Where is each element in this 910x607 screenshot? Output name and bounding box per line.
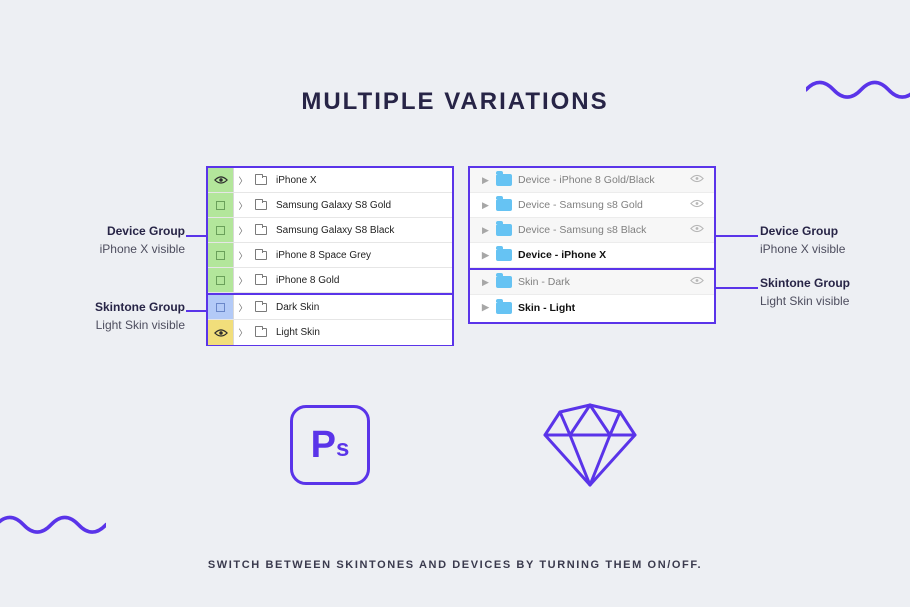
layer-row[interactable]: 〉 Samsung Galaxy S8 Black (208, 218, 452, 243)
layer-name: iPhone X (270, 175, 317, 186)
layer-name: Samsung Galaxy S8 Black (270, 225, 394, 236)
lead-line (186, 235, 206, 237)
chevron-right-icon[interactable]: ▶ (482, 302, 494, 313)
layer-name: Device - Samsung s8 Black (518, 224, 688, 236)
layer-row[interactable]: ▶ Device - Samsung s8 Gold (470, 193, 714, 218)
callout-title: Device Group (40, 222, 185, 240)
callout-sub: iPhone X visible (760, 240, 900, 258)
hidden-eye-icon[interactable] (688, 224, 704, 236)
visibility-toggle[interactable] (208, 218, 234, 242)
layer-row[interactable]: ▶ Device - Samsung s8 Black (470, 218, 714, 243)
chevron-right-icon[interactable]: ▶ (482, 250, 494, 261)
device-group: ▶ Device - iPhone 8 Gold/Black ▶ Device … (470, 168, 714, 268)
page-title: MULTIPLE VARIATIONS (0, 88, 910, 116)
folder-icon (252, 251, 270, 260)
layer-row[interactable]: 〉 iPhone 8 Space Grey (208, 243, 452, 268)
callout-skin-right: Skintone Group Light Skin visible (760, 274, 900, 310)
folder-icon (496, 302, 512, 314)
layer-name: Dark Skin (270, 302, 319, 313)
visibility-toggle[interactable] (208, 193, 234, 217)
lead-line (716, 235, 758, 237)
folder-icon (496, 224, 512, 236)
skintone-group: ▶ Skin - Dark ▶ Skin - Light (470, 268, 714, 320)
visibility-toggle[interactable] (208, 168, 234, 192)
photoshop-icon: Ps (290, 405, 370, 485)
chevron-right-icon[interactable]: 〉 (234, 249, 252, 262)
visibility-toggle[interactable] (208, 320, 234, 345)
eye-icon (214, 328, 228, 338)
footer-note: SWITCH BETWEEN SKINTONES AND DEVICES BY … (0, 559, 910, 571)
device-group: 〉 iPhone X 〉 Samsung Galaxy S8 Gold 〉 Sa… (208, 168, 452, 293)
folder-icon (496, 276, 512, 288)
callout-sub: Light Skin visible (28, 316, 185, 334)
lead-line (716, 287, 758, 289)
folder-icon (252, 303, 270, 312)
eye-icon (214, 175, 228, 185)
layer-row[interactable]: ▶ Skin - Dark (470, 270, 714, 295)
decoration-wave-bottom (0, 507, 106, 537)
hidden-eye-icon[interactable] (688, 276, 704, 288)
sketch-layers-panel: ▶ Device - iPhone 8 Gold/Black ▶ Device … (468, 166, 716, 324)
visibility-toggle[interactable] (208, 268, 234, 292)
layer-row[interactable]: ▶ Device - iPhone 8 Gold/Black (470, 168, 714, 193)
layer-name: iPhone 8 Gold (270, 275, 339, 286)
callout-title: Skintone Group (28, 298, 185, 316)
layer-row[interactable]: 〉 iPhone X (208, 168, 452, 193)
lead-line (186, 310, 206, 312)
layer-row[interactable]: ▶ Skin - Light (470, 295, 714, 320)
callout-device-right: Device Group iPhone X visible (760, 222, 900, 258)
visibility-toggle[interactable] (208, 243, 234, 267)
hidden-eye-icon[interactable] (688, 199, 704, 211)
layer-row[interactable]: 〉 Samsung Galaxy S8 Gold (208, 193, 452, 218)
chevron-right-icon[interactable]: ▶ (482, 200, 494, 211)
callout-skin-left: Skintone Group Light Skin visible (28, 298, 185, 334)
layer-name: Skin - Dark (518, 276, 688, 288)
layer-name: Samsung Galaxy S8 Gold (270, 200, 391, 211)
callout-device-left: Device Group iPhone X visible (40, 222, 185, 258)
layer-name: Skin - Light (518, 302, 688, 314)
chevron-right-icon[interactable]: 〉 (234, 174, 252, 187)
folder-icon (252, 276, 270, 285)
folder-icon (252, 226, 270, 235)
photoshop-layers-panel: 〉 iPhone X 〉 Samsung Galaxy S8 Gold 〉 Sa… (206, 166, 454, 346)
layer-row[interactable]: ▶ Device - iPhone X (470, 243, 714, 268)
layer-name: Device - iPhone 8 Gold/Black (518, 174, 688, 186)
layer-name: Light Skin (270, 327, 320, 338)
callout-sub: Light Skin visible (760, 292, 900, 310)
chevron-right-icon[interactable]: ▶ (482, 175, 494, 186)
layer-row[interactable]: 〉 Dark Skin (208, 295, 452, 320)
layer-name: Device - iPhone X (518, 249, 688, 261)
folder-icon (252, 201, 270, 210)
chevron-right-icon[interactable]: ▶ (482, 225, 494, 236)
folder-icon (252, 176, 270, 185)
callout-sub: iPhone X visible (40, 240, 185, 258)
folder-icon (496, 249, 512, 261)
sketch-icon (540, 400, 640, 490)
folder-icon (496, 199, 512, 211)
chevron-right-icon[interactable]: 〉 (234, 326, 252, 339)
layer-name: iPhone 8 Space Grey (270, 250, 371, 261)
layer-name: Device - Samsung s8 Gold (518, 199, 688, 211)
callout-title: Skintone Group (760, 274, 900, 292)
callout-title: Device Group (760, 222, 900, 240)
visibility-toggle[interactable] (208, 295, 234, 319)
layer-row[interactable]: 〉 iPhone 8 Gold (208, 268, 452, 293)
hidden-eye-icon[interactable] (688, 174, 704, 186)
layer-row[interactable]: 〉 Light Skin (208, 320, 452, 345)
folder-icon (496, 174, 512, 186)
chevron-right-icon[interactable]: 〉 (234, 224, 252, 237)
folder-icon (252, 328, 270, 337)
chevron-right-icon[interactable]: 〉 (234, 301, 252, 314)
chevron-right-icon[interactable]: 〉 (234, 274, 252, 287)
chevron-right-icon[interactable]: 〉 (234, 199, 252, 212)
chevron-right-icon[interactable]: ▶ (482, 277, 494, 288)
skintone-group: 〉 Dark Skin 〉 Light Skin (208, 293, 452, 345)
